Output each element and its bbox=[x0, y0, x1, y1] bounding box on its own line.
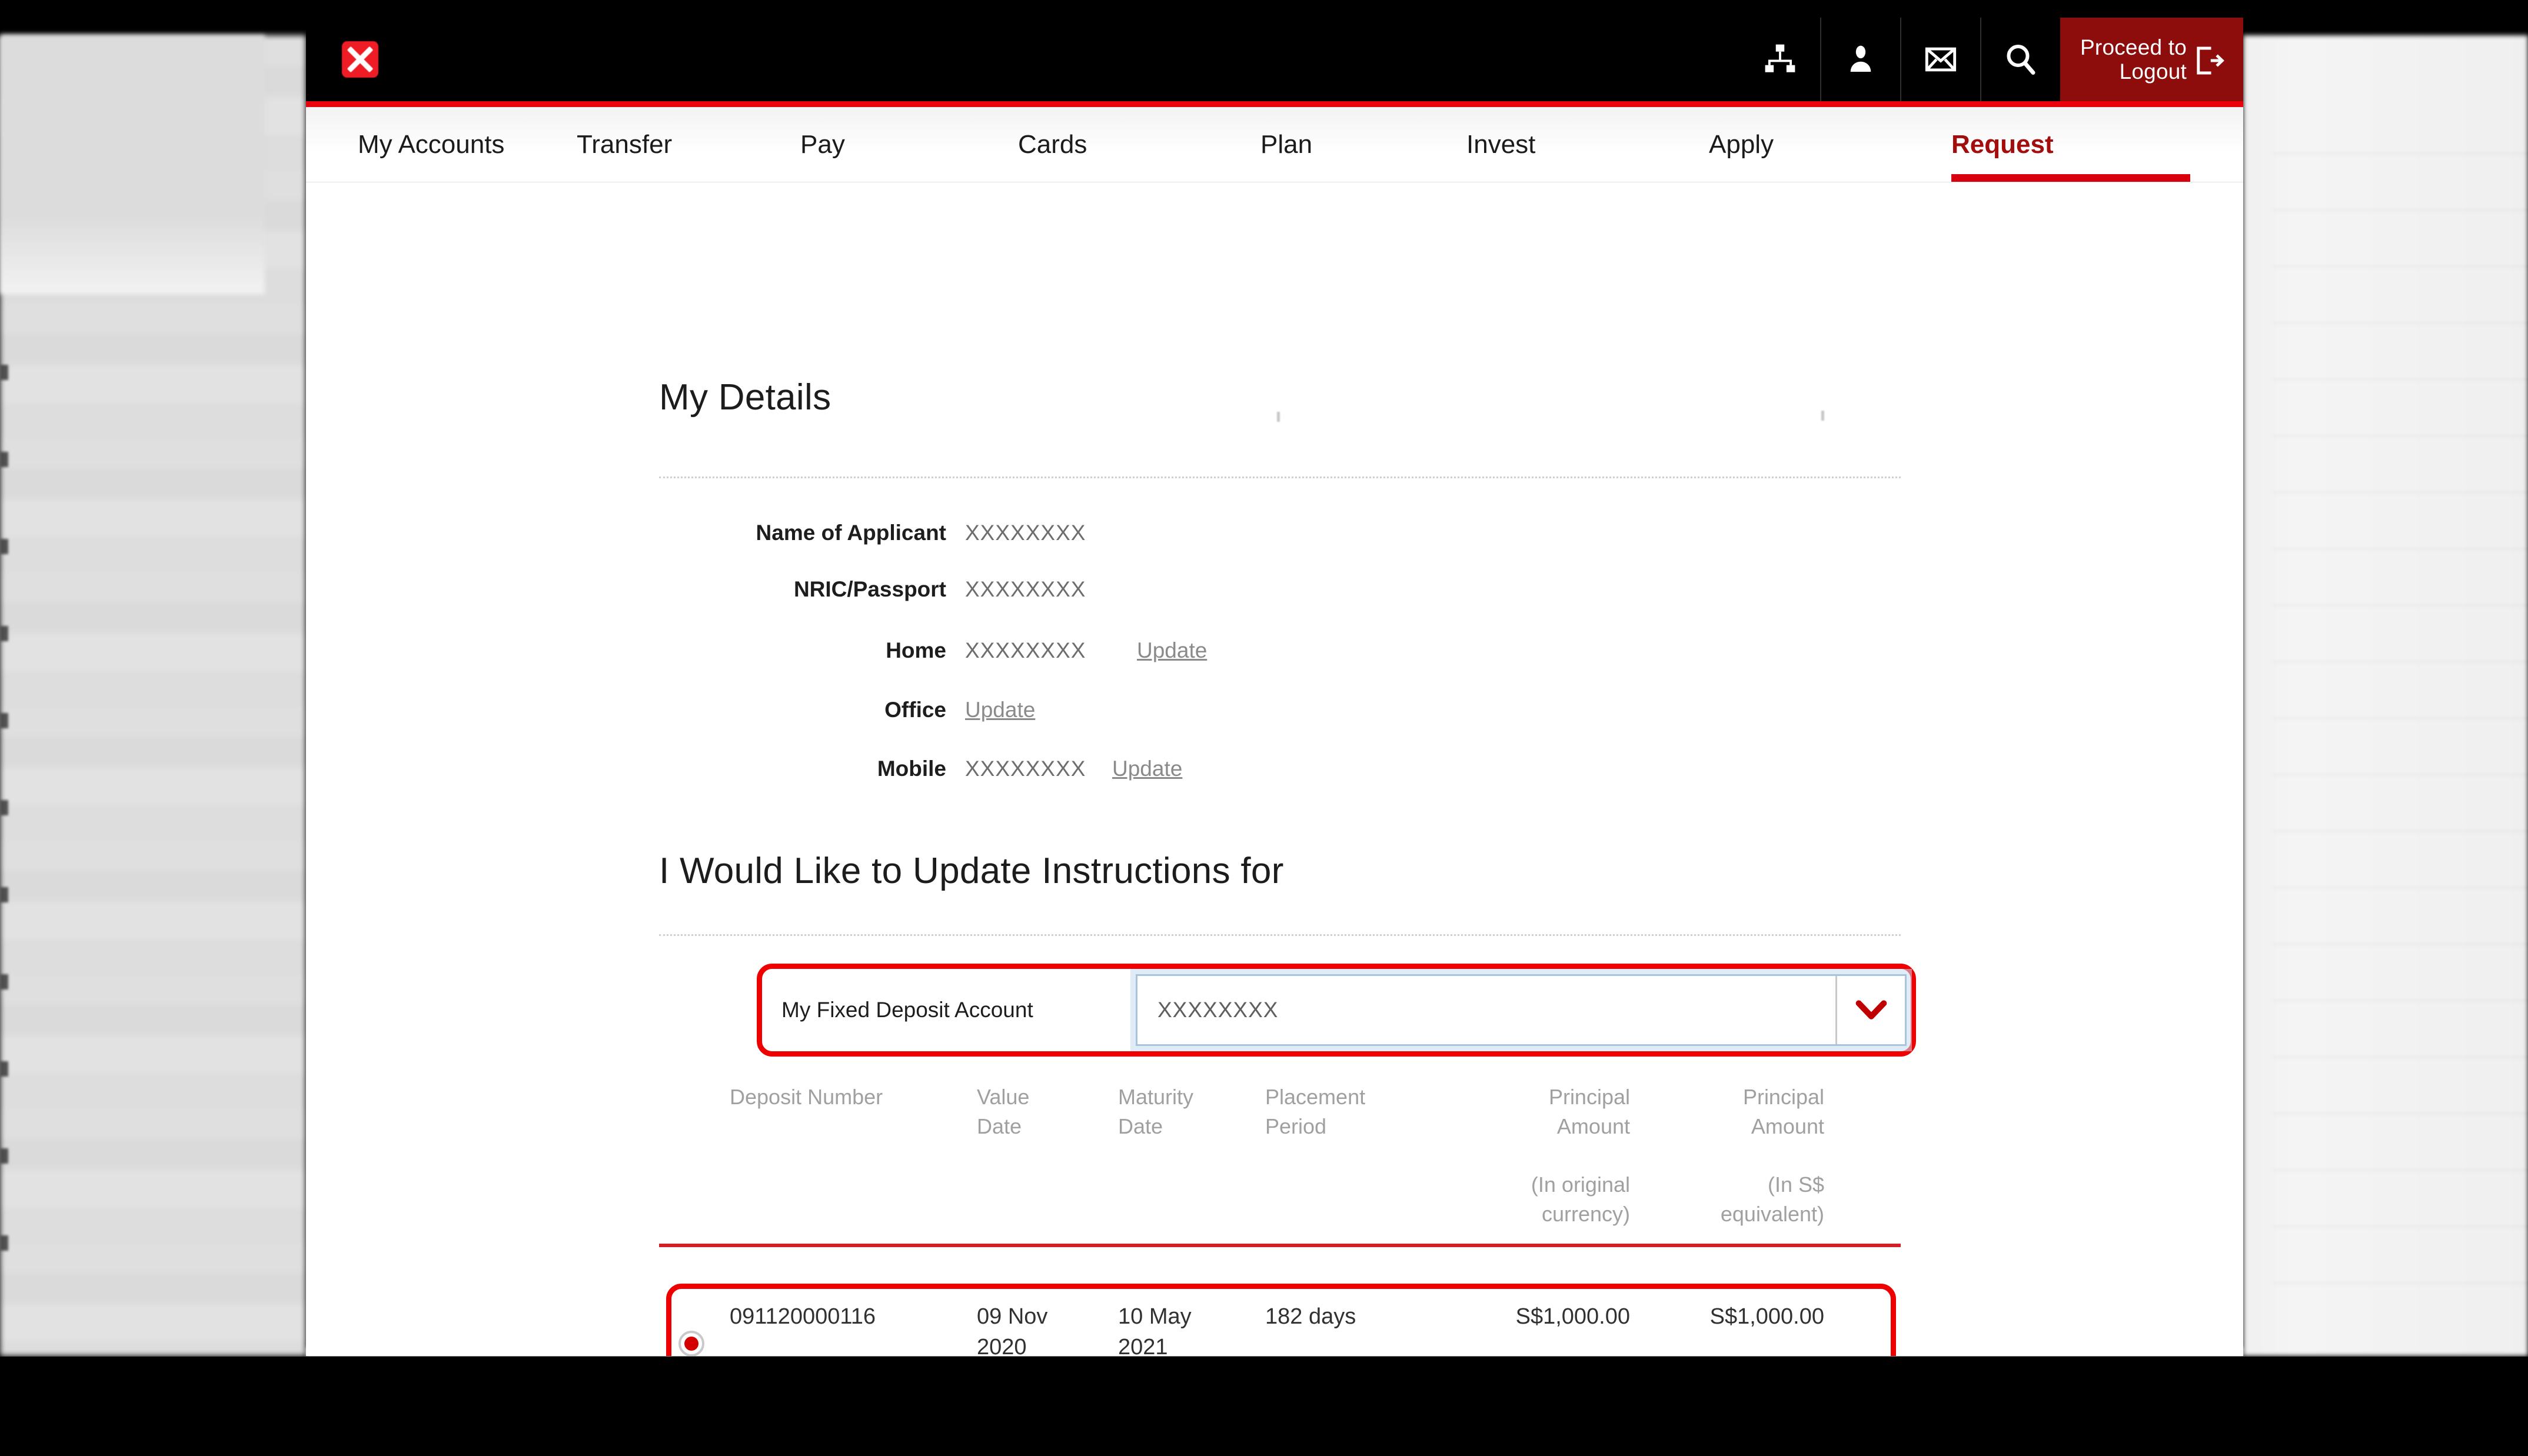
detail-value-name: XXXXXXXX bbox=[965, 521, 1086, 545]
proceed-to-logout-button[interactable]: Proceed to Logout bbox=[2060, 18, 2243, 101]
letterbox-top bbox=[0, 0, 2528, 18]
main-navigation: My Accounts Transfer Pay Cards Plan Inve… bbox=[306, 107, 2243, 182]
desktop-background-right-lines bbox=[2271, 153, 2528, 1306]
my-details-heading: My Details bbox=[659, 377, 831, 418]
my-details-divider bbox=[659, 477, 1901, 478]
column-header-maturity-date: Maturity Date bbox=[1118, 1085, 1194, 1138]
fixed-deposit-table-header: Deposit Number Value Date Maturity Date … bbox=[659, 1082, 1901, 1244]
cell-principal-sgd: S$1,000.00 bbox=[1709, 1304, 1824, 1329]
search-icon[interactable] bbox=[1980, 18, 2060, 101]
page-content: My Details Name of Applicant XXXXXXXX NR… bbox=[306, 182, 2243, 1356]
deposit-row-radio[interactable] bbox=[659, 1301, 724, 1356]
update-link-mobile[interactable]: Update bbox=[1112, 757, 1182, 781]
letterbox-bottom bbox=[0, 1357, 2528, 1456]
column-header-select bbox=[659, 1082, 724, 1228]
update-instructions-divider bbox=[659, 934, 1901, 936]
nav-label-invest: Invest bbox=[1466, 129, 1536, 159]
nav-label-plan: Plan bbox=[1260, 129, 1313, 159]
fixed-deposit-account-value[interactable]: XXXXXXXX bbox=[1137, 976, 1835, 1044]
column-header-principal-sgd: Principal Amount (In S$ equivalent) bbox=[1720, 1085, 1824, 1226]
profile-icon[interactable] bbox=[1820, 18, 1900, 101]
detail-label-mobile: Mobile bbox=[877, 757, 946, 781]
nav-label-my-accounts: My Accounts bbox=[358, 129, 505, 159]
nav-item-cards[interactable]: Cards bbox=[1018, 107, 1260, 182]
nav-item-request[interactable]: Request bbox=[1951, 107, 2190, 182]
nav-label-apply: Apply bbox=[1709, 129, 1774, 159]
sitemap-icon[interactable] bbox=[1740, 18, 1820, 101]
nav-item-plan[interactable]: Plan bbox=[1260, 107, 1466, 182]
desktop-background-left-marks bbox=[0, 365, 8, 1306]
nav-label-pay: Pay bbox=[800, 129, 845, 159]
detail-value-home: XXXXXXXX bbox=[965, 638, 1086, 662]
nav-item-transfer[interactable]: Transfer bbox=[577, 107, 800, 182]
detail-label-name: Name of Applicant bbox=[756, 521, 946, 545]
nav-label-request: Request bbox=[1951, 129, 2054, 159]
cell-placement-period: 182 days bbox=[1265, 1304, 1356, 1329]
detail-row-mobile: Mobile XXXXXXXX Update bbox=[659, 757, 1601, 781]
nav-label-transfer: Transfer bbox=[577, 129, 673, 159]
fixed-deposit-table: Deposit Number Value Date Maturity Date … bbox=[659, 1082, 1901, 1248]
detail-row-nric: NRIC/Passport XXXXXXXX bbox=[659, 577, 1601, 602]
cell-maturity-date: 10 May 2021 bbox=[1118, 1304, 1192, 1356]
nav-item-apply[interactable]: Apply bbox=[1709, 107, 1951, 182]
bank-x-logo-mark bbox=[342, 41, 378, 78]
table-row[interactable]: 091120000116 09 Nov 2020 10 May 2021 182… bbox=[659, 1293, 1901, 1356]
detail-value-nric: XXXXXXXX bbox=[965, 577, 1086, 601]
artifact-speck-right bbox=[1821, 411, 1824, 421]
update-instructions-heading: I Would Like to Update Instructions for bbox=[659, 851, 1284, 891]
topbar-icon-group bbox=[1740, 18, 2060, 101]
radio-button-selected[interactable] bbox=[678, 1331, 704, 1356]
column-header-principal-original: Principal Amount (In original currency) bbox=[1531, 1085, 1630, 1226]
artifact-speck-left bbox=[1277, 412, 1280, 422]
detail-value-mobile: XXXXXXXX bbox=[965, 757, 1086, 781]
update-link-office[interactable]: Update bbox=[965, 698, 1035, 722]
mail-icon[interactable] bbox=[1900, 18, 1980, 101]
detail-row-office: Office Update bbox=[659, 698, 1601, 722]
detail-row-name: Name of Applicant XXXXXXXX bbox=[659, 521, 1601, 545]
detail-row-home: Home XXXXXXXX Update bbox=[659, 638, 1601, 663]
bank-app-window: Proceed to Logout My Accounts Transfer P… bbox=[306, 18, 2243, 1356]
nav-label-cards: Cards bbox=[1018, 129, 1087, 159]
desktop-background-left-top bbox=[0, 35, 265, 294]
cell-deposit-number: 091120000116 bbox=[730, 1304, 876, 1329]
chevron-down-icon[interactable] bbox=[1835, 976, 1905, 1044]
cell-principal-original: S$1,000.00 bbox=[1515, 1304, 1630, 1329]
update-link-home[interactable]: Update bbox=[1137, 638, 1207, 663]
detail-label-home: Home bbox=[886, 638, 946, 662]
fixed-deposit-table-divider bbox=[659, 1244, 1901, 1248]
nav-item-pay[interactable]: Pay bbox=[800, 107, 1018, 182]
column-header-value-date: Value Date bbox=[977, 1085, 1030, 1138]
detail-label-office: Office bbox=[884, 698, 946, 722]
column-header-deposit-number: Deposit Number bbox=[730, 1085, 883, 1109]
radio-button-dot bbox=[684, 1337, 698, 1351]
logout-button-label: Proceed to Logout bbox=[2080, 35, 2187, 84]
topbar-accent-rule bbox=[306, 101, 2243, 107]
top-utility-bar: Proceed to Logout bbox=[306, 18, 2243, 101]
detail-label-nric: NRIC/Passport bbox=[793, 577, 946, 601]
bank-x-logo[interactable] bbox=[328, 18, 392, 101]
fixed-deposit-account-selector-row: My Fixed Deposit Account XXXXXXXX bbox=[771, 974, 1907, 1047]
fixed-deposit-account-label: My Fixed Deposit Account bbox=[781, 998, 1033, 1022]
cell-value-date: 09 Nov 2020 bbox=[977, 1304, 1048, 1356]
nav-item-invest[interactable]: Invest bbox=[1466, 107, 1709, 182]
fixed-deposit-account-select[interactable]: XXXXXXXX bbox=[1136, 974, 1907, 1046]
nav-item-my-accounts[interactable]: My Accounts bbox=[306, 107, 577, 182]
column-header-placement-period: Placement Period bbox=[1265, 1085, 1366, 1138]
logout-arrow-icon bbox=[2193, 44, 2226, 80]
